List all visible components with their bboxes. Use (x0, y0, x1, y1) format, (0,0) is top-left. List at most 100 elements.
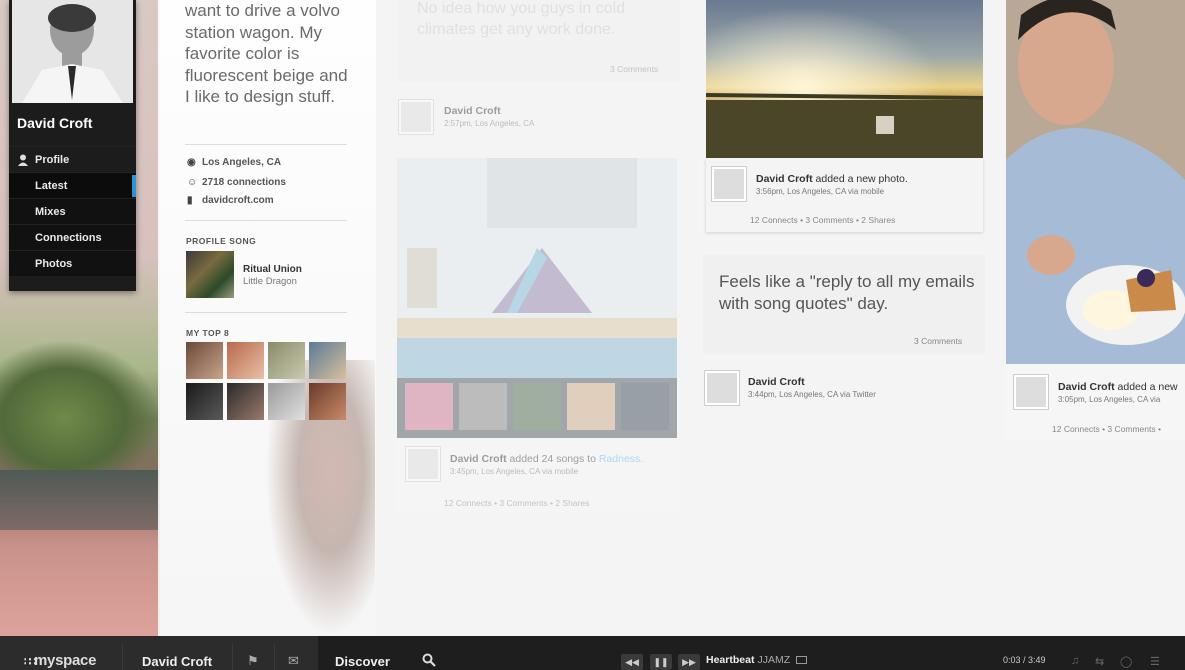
post-author[interactable]: David Croft (450, 453, 507, 465)
photo-post-line: David Croft added a new photo. (756, 173, 908, 185)
comments-link[interactable]: 3 Comments (914, 336, 962, 346)
top8-heading: MY TOP 8 (186, 328, 230, 338)
nav-item-label: Photos (35, 258, 73, 270)
connections-row[interactable]: ☺ 2718 connections (187, 176, 286, 190)
divider (185, 220, 347, 221)
post-author[interactable]: David Croft (748, 376, 805, 388)
user-avatar[interactable] (399, 100, 433, 134)
top8-friend[interactable] (268, 342, 305, 379)
website-link[interactable]: davidcroft.com (202, 195, 274, 206)
dessert-post-line: David Croft added a new (1058, 381, 1178, 393)
rewind-icon[interactable]: ◀◀ (621, 654, 643, 670)
profile-bio: want to drive a volvo station wagon. My … (185, 1, 348, 106)
nav-item-photos[interactable]: Photos (9, 250, 136, 276)
post-time: 3:45pm, Los Angeles, CA via mobile (450, 467, 579, 476)
nav-item-label: Connections (35, 232, 102, 244)
user-avatar[interactable] (705, 371, 739, 405)
playlist-thumb[interactable] (513, 383, 561, 430)
tweet-text: Feels like a "reply to all my emails wit… (719, 272, 975, 313)
playlist-thumb[interactable] (459, 383, 507, 430)
track-title[interactable]: Heartbeat (706, 654, 754, 666)
nav-item-mixes[interactable]: Mixes (9, 198, 136, 224)
chat-bubble-icon[interactable]: ◯ (1120, 655, 1132, 668)
now-playing[interactable]: Heartbeat JJAMZ (706, 654, 808, 666)
post-action: added 24 songs to (506, 453, 599, 465)
equalizer-icon[interactable]: ☰ (1150, 655, 1160, 668)
playlist-thumb[interactable] (621, 383, 669, 430)
nav-item-label: Latest (35, 180, 68, 192)
post-author[interactable]: David Croft (756, 173, 813, 185)
top8-friend[interactable] (227, 342, 264, 379)
nav-item-label: Profile (35, 154, 70, 166)
top8-friend[interactable] (309, 383, 346, 420)
location-pin-icon: ◉ (187, 157, 196, 168)
post-action: added a new (1114, 381, 1178, 393)
pause-icon[interactable]: ❚❚ (650, 654, 672, 670)
myspace-logo[interactable]: ∷∷myspace (24, 652, 96, 669)
user-avatar[interactable] (1014, 375, 1048, 409)
divider (274, 644, 275, 670)
chat-icon[interactable]: ✉ (288, 653, 299, 669)
profile-name: David Croft (17, 115, 93, 131)
post-time: 3:56pm, Los Angeles, CA via mobile (756, 187, 885, 196)
post-line: David Croft added 24 songs to Radness. (450, 453, 643, 465)
logo-dots-icon: ∷∷ (24, 656, 36, 668)
location-row: ◉ Los Angeles, CA (187, 156, 281, 170)
user-avatar[interactable] (712, 167, 746, 201)
top8-friend[interactable] (309, 342, 346, 379)
dessert-photo[interactable] (1006, 0, 1185, 364)
nav-item-latest[interactable]: Latest (9, 172, 136, 198)
discover-link[interactable]: Discover (335, 654, 390, 669)
top8-friend[interactable] (186, 383, 223, 420)
myspace-profile-page: David Croft Profile Latest Mixes Connect… (0, 0, 1185, 670)
comments-link[interactable]: 3 Comments (610, 64, 658, 74)
flag-icon[interactable]: ⚑ (247, 653, 259, 669)
post-author[interactable]: David Croft (1058, 381, 1115, 393)
divider (185, 312, 347, 313)
location-text: Los Angeles, CA (202, 157, 282, 168)
nav-item-label: Mixes (35, 206, 66, 218)
search-icon[interactable] (422, 653, 436, 670)
post-action: added a new photo. (812, 173, 908, 185)
post-stats[interactable]: 12 Connects • 3 Comments • (1052, 424, 1161, 434)
post-time: 3:05pm, Los Angeles, CA via (1058, 395, 1161, 404)
nav-item-profile[interactable]: Profile (9, 146, 136, 172)
people-icon: ☺ (187, 177, 198, 188)
playlist-link[interactable]: Radness. (599, 453, 643, 465)
playlist-thumbnails (397, 378, 677, 438)
divider (185, 144, 347, 145)
sunset-photo[interactable] (705, 0, 984, 158)
top8-friend[interactable] (268, 383, 305, 420)
song-artist[interactable]: Little Dragon (243, 276, 297, 287)
post-stats[interactable]: 12 Connects • 3 Comments • 2 Shares (750, 215, 895, 225)
user-icon (18, 154, 28, 166)
video-icon[interactable] (796, 656, 808, 665)
shuffle-icon[interactable]: ⇆ (1095, 655, 1104, 668)
forward-icon[interactable]: ▶▶ (678, 654, 700, 670)
track-artist[interactable]: JJAMZ (757, 654, 790, 666)
status-text: No idea how you guys in cold climates ge… (417, 0, 626, 38)
profile-card: David Croft Profile Latest Mixes Connect… (9, 0, 136, 291)
top8-friend[interactable] (186, 342, 223, 379)
bottom-bar: ∷∷myspace David Croft ⚑ ✉ Discover ◀◀ ❚❚… (0, 636, 1185, 670)
song-title[interactable]: Ritual Union (243, 264, 302, 275)
background-trees (0, 340, 160, 470)
nav-item-connections[interactable]: Connections (9, 224, 136, 250)
website-row[interactable]: ▮ davidcroft.com (187, 194, 274, 208)
profile-avatar[interactable] (12, 0, 133, 103)
post-stats[interactable]: 12 Connects • 3 Comments • 2 Shares (444, 498, 589, 508)
current-user-link[interactable]: David Croft (142, 654, 212, 669)
post-author[interactable]: David Croft (444, 105, 501, 117)
post-time: 2:57pm, Los Angeles, CA (444, 119, 535, 128)
playlist-photo[interactable] (397, 158, 677, 378)
volume-icon[interactable]: ♫ (1071, 655, 1079, 667)
bookmark-icon: ▮ (187, 195, 193, 206)
post-time: 3:44pm, Los Angeles, CA via Twitter (748, 390, 876, 399)
playlist-thumb[interactable] (567, 383, 615, 430)
user-avatar[interactable] (406, 447, 440, 481)
top8-friend[interactable] (227, 383, 264, 420)
song-artwork[interactable] (186, 251, 234, 298)
track-time: 0:03 / 3:49 (1003, 655, 1046, 665)
logo-text: myspace (34, 652, 97, 669)
playlist-thumb[interactable] (405, 383, 453, 430)
